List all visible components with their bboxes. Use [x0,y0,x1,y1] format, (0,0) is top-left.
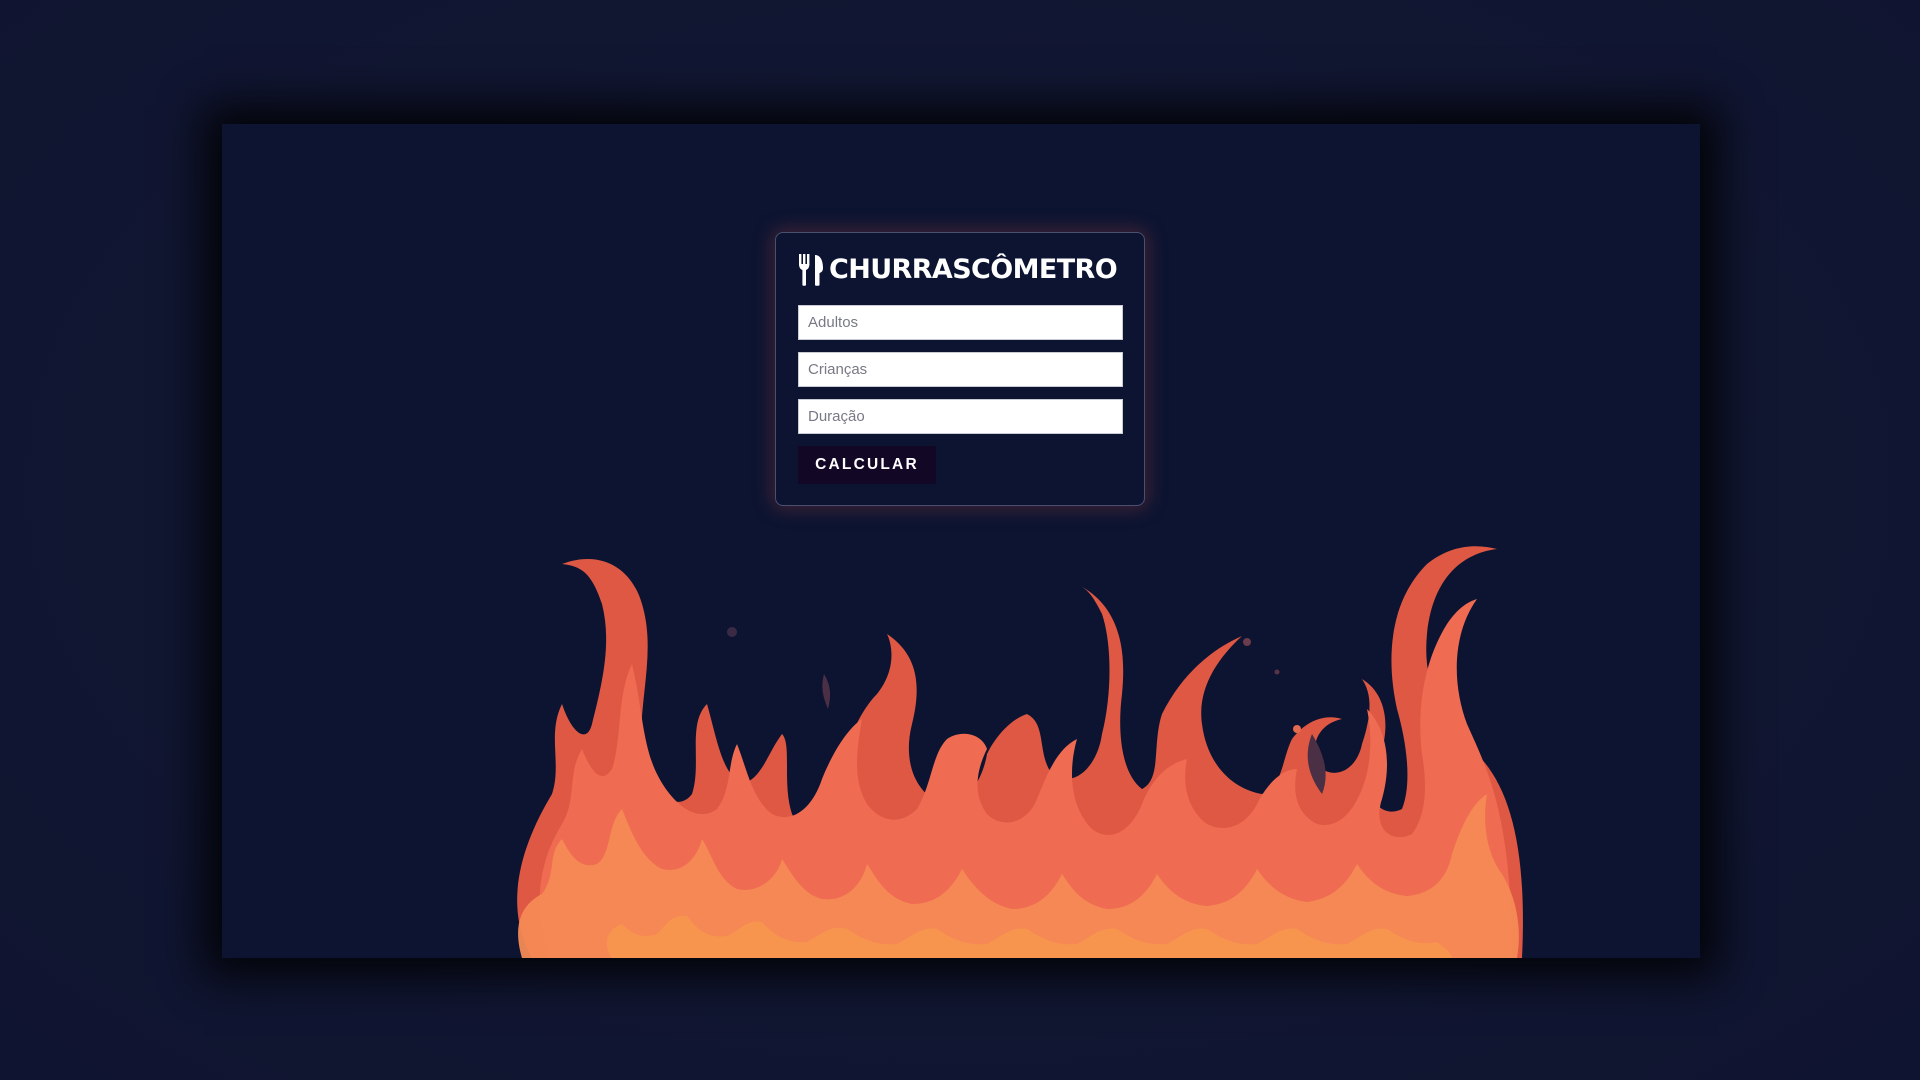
app-viewport: CHURRASCÔMETRO CALCULAR [222,124,1700,958]
app-title: CHURRASCÔMETRO [829,254,1118,285]
duration-input[interactable] [798,399,1123,434]
fire-flames-illustration [517,546,1523,958]
adults-input[interactable] [798,305,1123,340]
calculator-card: CHURRASCÔMETRO CALCULAR [775,232,1145,506]
calculate-button[interactable]: CALCULAR [798,446,936,484]
app-header: CHURRASCÔMETRO [798,253,1122,287]
fork-knife-icon [799,254,823,286]
page-background: CHURRASCÔMETRO CALCULAR [0,0,1920,1080]
children-input[interactable] [798,352,1123,387]
